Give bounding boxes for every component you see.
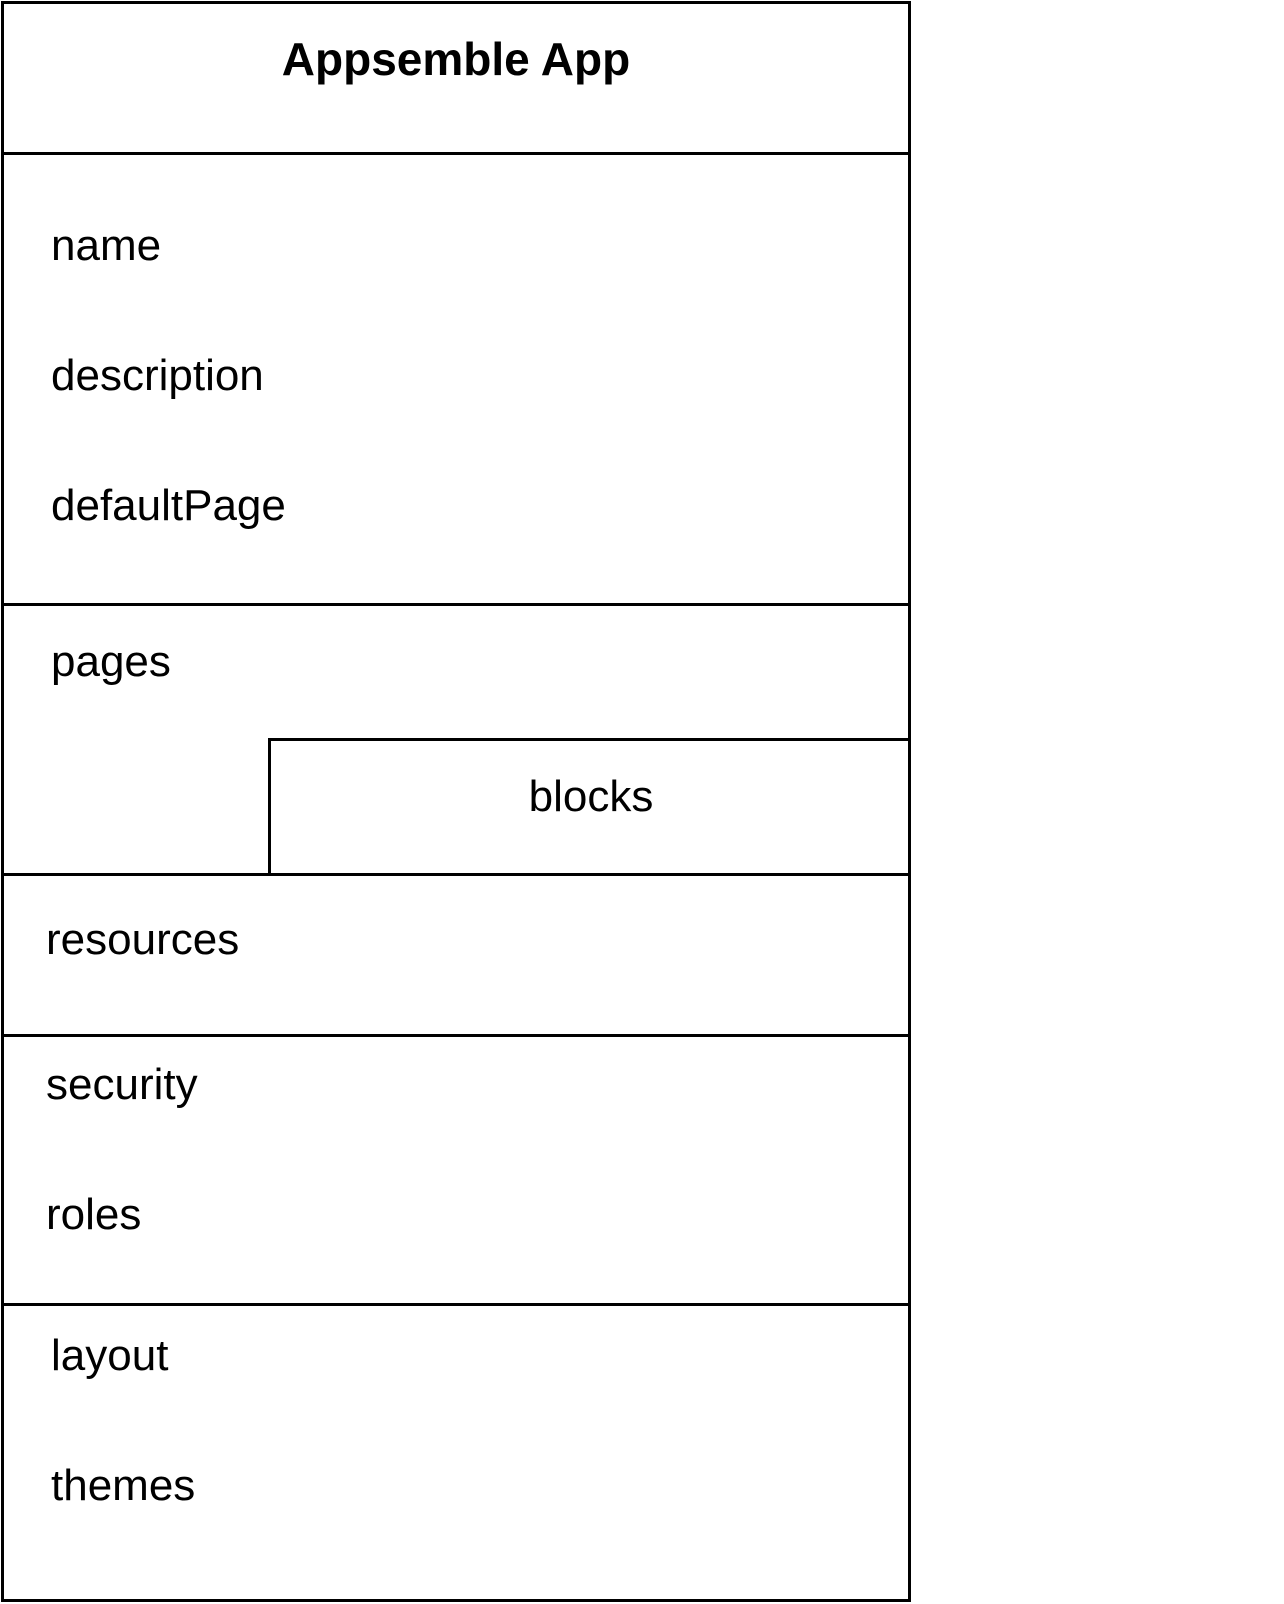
divider-pages [4, 873, 908, 876]
diagram-title: Appsemble App [281, 33, 631, 85]
field-description: description [51, 351, 264, 400]
blocks-box: blocks [268, 738, 911, 874]
divider-general [4, 603, 908, 606]
field-themes: themes [51, 1461, 196, 1510]
appsemble-app-diagram: Appsemble App name description defaultPa… [1, 1, 911, 1602]
blocks-label: blocks [528, 772, 654, 821]
divider-resources [4, 1034, 908, 1037]
field-pages: pages [51, 637, 171, 686]
field-roles: roles [46, 1190, 142, 1239]
field-name: name [51, 221, 162, 270]
field-layout: layout [51, 1331, 169, 1380]
divider-header [4, 152, 908, 155]
divider-security [4, 1303, 908, 1306]
field-resources: resources [46, 915, 240, 964]
field-security: security [46, 1060, 198, 1109]
field-default-page: defaultPage [51, 481, 286, 530]
